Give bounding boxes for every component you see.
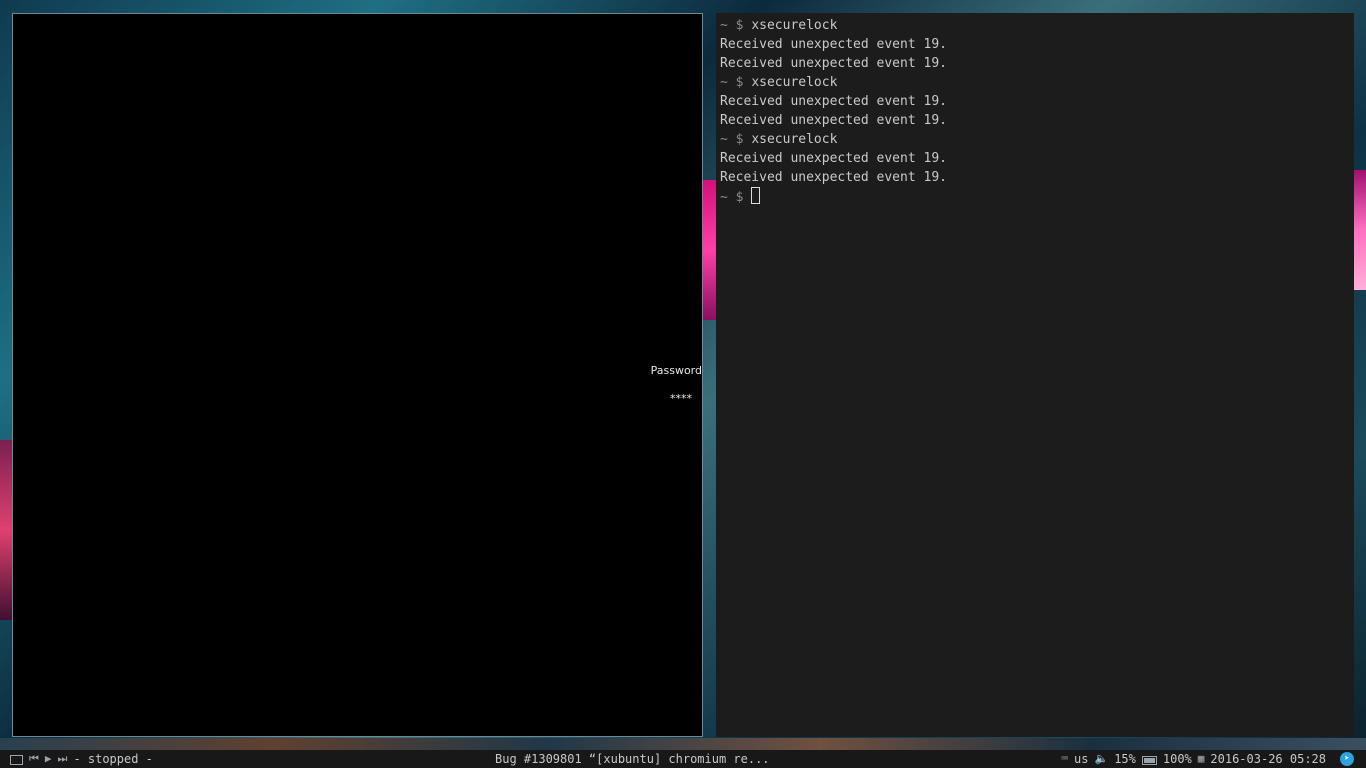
active-window-title[interactable]: Bug #1309801 “[xubuntu] chromium re...	[495, 750, 770, 768]
wallpaper-accent	[0, 738, 1366, 750]
terminal-cursor	[751, 187, 761, 204]
output-text: Received unexpected event 19.	[720, 151, 947, 166]
battery-icon	[1141, 755, 1157, 765]
play-icon[interactable]: ▶	[45, 750, 52, 768]
command-text: xsecurelock	[751, 75, 838, 90]
terminal-window[interactable]: ~ $ xsecurelock Received unexpected event…	[716, 13, 1354, 737]
media-status: - stopped -	[73, 752, 153, 766]
bottom-panel: ⏮ ▶ ⏭ - stopped - Bug #1309801 “[xubuntu…	[0, 750, 1366, 768]
keyboard-layout[interactable]: us	[1074, 750, 1088, 768]
media-controls: ⏮ ▶ ⏭ - stopped -	[10, 750, 153, 768]
shell-prompt: ~ $	[720, 132, 744, 147]
output-text: Received unexpected event 19.	[720, 94, 947, 109]
wallpaper-accent	[1354, 170, 1366, 290]
output-text: Received unexpected event 19.	[720, 56, 947, 71]
next-track-icon[interactable]: ⏭	[58, 750, 68, 768]
lock-screen-window[interactable]: Password ****	[12, 13, 703, 737]
shell-prompt: ~ $	[720, 75, 744, 90]
shell-prompt: ~ $	[720, 190, 744, 205]
calendar-icon: ▦	[1197, 752, 1205, 765]
keyboard-icon: ⌨	[1061, 752, 1069, 765]
terminal-line: Received unexpected event 19.	[720, 54, 1354, 73]
volume-level[interactable]: 15%	[1114, 750, 1136, 768]
volume-icon[interactable]: 🔈	[1094, 750, 1108, 768]
terminal-line: ~ $ xsecurelock	[720, 130, 1354, 149]
command-text: xsecurelock	[751, 132, 838, 147]
terminal-line: ~ $ xsecurelock	[720, 73, 1354, 92]
terminal-line: Received unexpected event 19.	[720, 168, 1354, 187]
clock[interactable]: 2016-03-26 05:28	[1210, 750, 1326, 768]
terminal-line: Received unexpected event 19.	[720, 35, 1354, 54]
terminal-line: Received unexpected event 19.	[720, 149, 1354, 168]
terminal-line: Received unexpected event 19.	[720, 111, 1354, 130]
terminal-line: ~ $ xsecurelock	[720, 16, 1354, 35]
terminal-output: ~ $ xsecurelock Received unexpected event…	[716, 13, 1354, 206]
terminal-input-line[interactable]: ~ $	[720, 187, 1354, 206]
output-text: Received unexpected event 19.	[720, 113, 947, 128]
wallpaper-accent	[0, 440, 12, 620]
screenshot-icon[interactable]	[10, 755, 23, 765]
battery-level: 100%	[1162, 752, 1192, 766]
output-text: Received unexpected event 19.	[720, 37, 947, 52]
password-prompt-label: Password	[650, 364, 702, 377]
previous-track-icon[interactable]: ⏮	[29, 750, 39, 768]
telegram-icon[interactable]: ➤	[1340, 752, 1354, 766]
command-text: xsecurelock	[751, 18, 838, 33]
password-input[interactable]: ****	[670, 392, 692, 405]
terminal-line: Received unexpected event 19.	[720, 92, 1354, 111]
output-text: Received unexpected event 19.	[720, 170, 947, 185]
shell-prompt: ~ $	[720, 18, 744, 33]
system-tray: ⌨ us 🔈 15% 100% ▦ 2016-03-26 05:28 ➤	[1061, 750, 1354, 768]
